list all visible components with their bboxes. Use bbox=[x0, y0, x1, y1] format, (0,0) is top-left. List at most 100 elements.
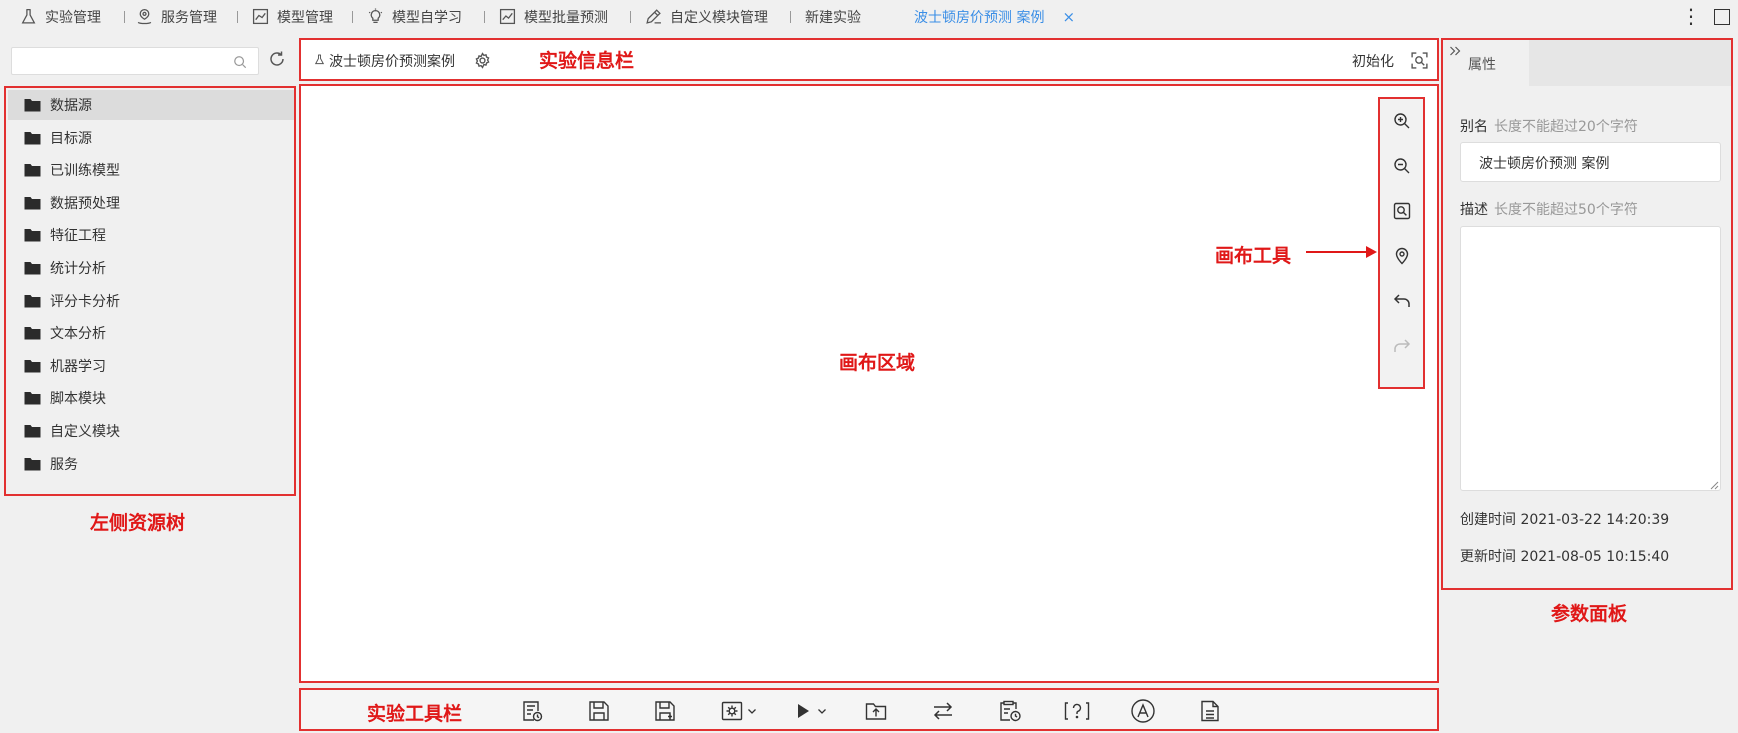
resource-search-input[interactable] bbox=[11, 47, 259, 75]
line-chart-icon bbox=[499, 8, 516, 25]
service-icon bbox=[137, 8, 152, 25]
swap-icon bbox=[933, 702, 953, 720]
alias-input[interactable]: 波士顿房价预测 案例 bbox=[1460, 142, 1721, 182]
maximize-icon[interactable] bbox=[1714, 9, 1730, 25]
chevron-down-icon bbox=[818, 709, 826, 714]
folder-icon bbox=[24, 457, 41, 471]
tree-item[interactable]: 数据源 bbox=[8, 90, 294, 120]
help-button[interactable] bbox=[1063, 698, 1091, 724]
document-button[interactable] bbox=[1198, 698, 1222, 724]
tree-item-label: 数据源 bbox=[50, 98, 92, 114]
annotation-parameter-panel: 参数面板 bbox=[1551, 603, 1628, 625]
tree-item[interactable]: 自定义模块 bbox=[8, 416, 294, 446]
folder-icon bbox=[24, 294, 41, 308]
tree-item[interactable]: 脚本模块 bbox=[8, 383, 294, 413]
fit-view-icon bbox=[1393, 202, 1411, 220]
locate-button[interactable] bbox=[1391, 245, 1413, 267]
save-icon bbox=[589, 701, 609, 721]
nav-item-experiment-management[interactable]: 实验管理 bbox=[20, 0, 101, 33]
run-dropdown-button[interactable] bbox=[796, 698, 827, 724]
nav-item-new-experiment[interactable]: 新建实验 bbox=[805, 0, 861, 33]
folder-icon bbox=[24, 229, 41, 242]
document-icon bbox=[1201, 700, 1219, 722]
tree-item-label: 评分卡分析 bbox=[50, 293, 120, 310]
save-as-button[interactable] bbox=[653, 698, 677, 724]
folder-icon bbox=[24, 196, 41, 210]
undo-button[interactable] bbox=[1391, 290, 1413, 312]
experiment-name: 波士顿房价预测案例 bbox=[329, 54, 455, 70]
nav-separator bbox=[630, 11, 631, 23]
resize-handle-icon[interactable] bbox=[1709, 480, 1719, 490]
tree-item[interactable]: 机器学习 bbox=[8, 351, 294, 381]
nav-item-model-management[interactable]: 模型管理 bbox=[252, 0, 333, 33]
nav-item-service-management[interactable]: 服务管理 bbox=[136, 0, 217, 33]
arrow-icon bbox=[1306, 246, 1377, 258]
tree-item-label: 目标源 bbox=[50, 130, 92, 147]
resource-tree: 数据源目标源已训练模型数据预处理特征工程 统计分析评分卡分析文本分析 机器学习脚本模… bbox=[4, 86, 296, 496]
nav-item-model-self-learning[interactable]: 模型自学习 bbox=[367, 0, 462, 33]
top-nav: 实验管理 服务管理 模型管理 模型自学习 模型批量预测 自定义模块管理 新建实验… bbox=[0, 0, 1738, 33]
experiment-info-bar: 波士顿房价预测案例 实验信息栏 初始化 bbox=[299, 38, 1439, 81]
save-button[interactable] bbox=[587, 698, 611, 724]
tree-item[interactable]: 目标源 bbox=[8, 123, 294, 153]
initialize-button[interactable]: 初始化 bbox=[1352, 51, 1394, 71]
canvas-area[interactable]: 画布区域 bbox=[299, 84, 1439, 683]
tree-item-label: 脚本模块 bbox=[50, 391, 106, 408]
folder-icon bbox=[24, 262, 41, 275]
folder-icon bbox=[24, 327, 41, 340]
settings-icon[interactable] bbox=[474, 52, 491, 69]
inspect-icon[interactable] bbox=[1410, 51, 1429, 70]
folder-icon bbox=[24, 392, 41, 405]
description-textarea[interactable] bbox=[1460, 226, 1721, 491]
refresh-icon[interactable] bbox=[267, 49, 287, 69]
run-log-button[interactable] bbox=[520, 698, 544, 724]
tree-item[interactable]: 数据预处理 bbox=[8, 188, 294, 218]
nav-item-batch-prediction[interactable]: 模型批量预测 bbox=[499, 0, 608, 33]
nav-separator bbox=[484, 11, 485, 23]
close-icon[interactable]: × bbox=[1062, 8, 1075, 26]
tree-item[interactable]: 统计分析 bbox=[8, 253, 294, 283]
auto-button[interactable] bbox=[1130, 698, 1156, 724]
nav-tab-boston-housing[interactable]: 波士顿房价预测 案例 × bbox=[914, 0, 1075, 33]
tab-properties[interactable]: 属性 bbox=[1443, 40, 1529, 86]
tree-item-label: 数据预处理 bbox=[50, 195, 120, 212]
settings-icon bbox=[721, 701, 743, 721]
zoom-in-button[interactable] bbox=[1391, 110, 1413, 132]
auto-icon bbox=[1131, 699, 1155, 723]
description-label: 描述 长度不能超过50个字符 bbox=[1460, 202, 1638, 218]
schedule-icon bbox=[1000, 700, 1021, 722]
zoom-out-button[interactable] bbox=[1391, 155, 1413, 177]
flask-icon bbox=[21, 8, 36, 24]
edit-icon bbox=[646, 9, 661, 24]
search-icon bbox=[234, 56, 247, 69]
help-icon bbox=[1064, 702, 1090, 720]
updated-time: 更新时间 2021-08-05 10:15:40 bbox=[1460, 549, 1670, 565]
created-time: 创建时间 2021-03-22 14:20:39 bbox=[1460, 512, 1670, 528]
tree-item[interactable]: 已训练模型 bbox=[8, 155, 294, 185]
canvas-toolbar bbox=[1378, 97, 1425, 389]
tree-item[interactable]: 服务 bbox=[8, 449, 294, 479]
run-log-icon bbox=[523, 701, 543, 722]
publish-button[interactable] bbox=[864, 698, 888, 724]
locate-icon bbox=[1395, 247, 1409, 265]
redo-button[interactable] bbox=[1391, 335, 1413, 357]
more-icon[interactable]: ⋮ bbox=[1681, 4, 1701, 28]
nav-item-custom-module-management[interactable]: 自定义模块管理 bbox=[645, 0, 768, 33]
folder-icon bbox=[24, 164, 41, 177]
tree-item[interactable]: 文本分析 bbox=[8, 318, 294, 348]
nav-separator bbox=[124, 11, 125, 23]
undo-icon bbox=[1393, 294, 1410, 307]
tree-item[interactable]: 特征工程 bbox=[8, 220, 294, 250]
zoom-out-icon bbox=[1394, 158, 1410, 174]
swap-button[interactable] bbox=[931, 698, 955, 724]
schedule-button[interactable] bbox=[998, 698, 1022, 724]
description-hint: 长度不能超过50个字符 bbox=[1494, 202, 1638, 218]
alias-hint: 长度不能超过20个字符 bbox=[1494, 119, 1638, 135]
settings-dropdown-button[interactable] bbox=[720, 698, 757, 724]
tree-item[interactable]: 评分卡分析 bbox=[8, 286, 294, 316]
redo-icon bbox=[1394, 339, 1411, 352]
fit-view-button[interactable] bbox=[1391, 200, 1413, 222]
run-icon bbox=[798, 704, 809, 718]
tree-item-label: 服务 bbox=[50, 456, 78, 473]
collapse-icon[interactable] bbox=[1449, 46, 1461, 56]
